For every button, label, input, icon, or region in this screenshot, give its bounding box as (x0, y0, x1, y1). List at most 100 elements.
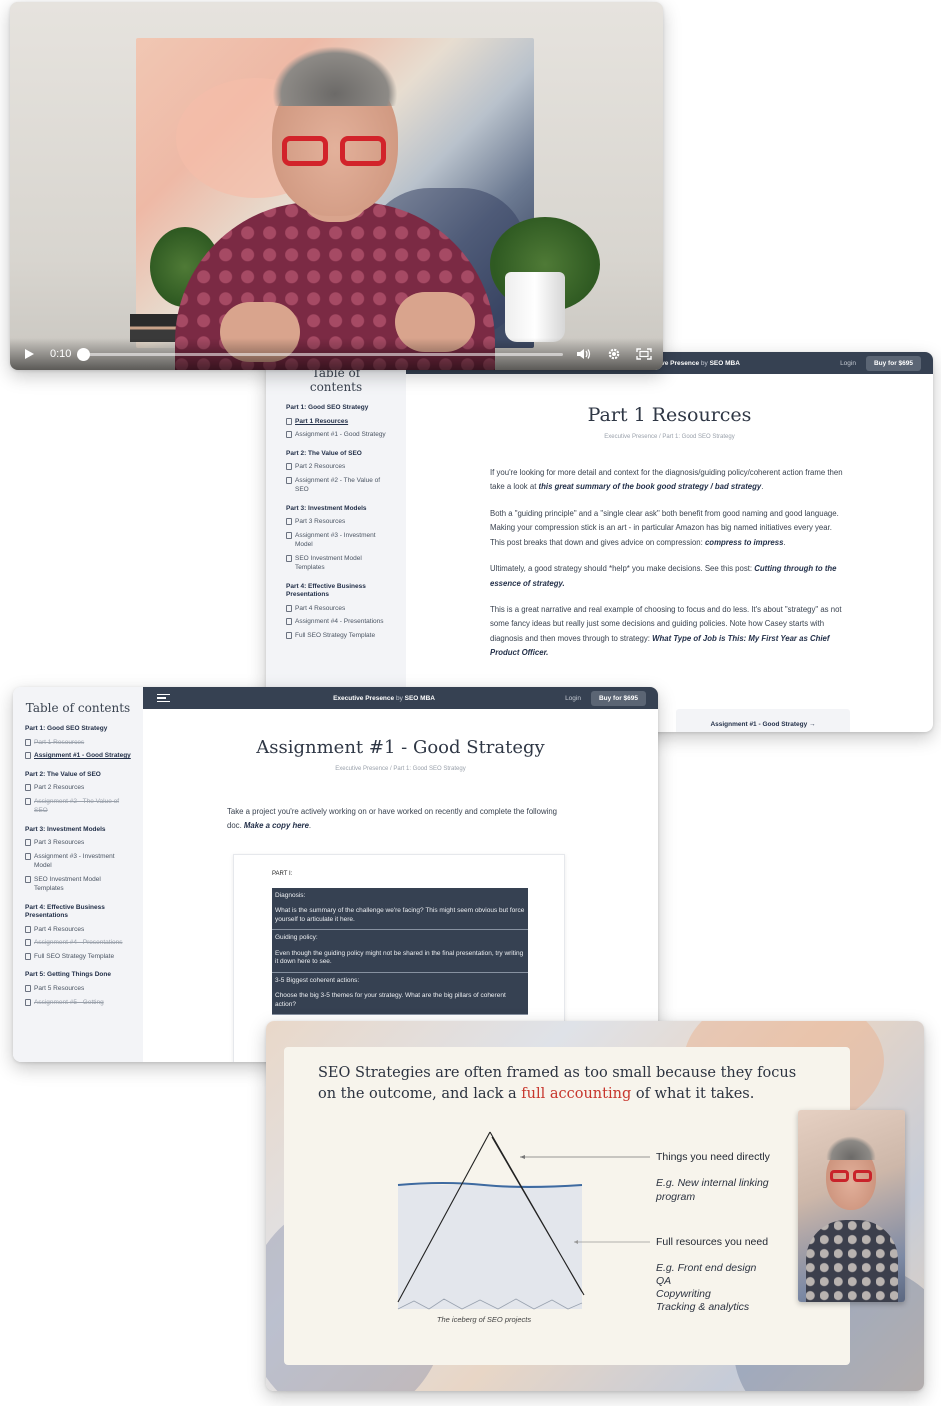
paragraph: Take a project you're actively working o… (227, 807, 558, 831)
toc-title: Table of contents (309, 366, 363, 394)
document-icon (286, 518, 292, 526)
toc-item-label: Part 1 Resources (295, 417, 349, 425)
document-icon (286, 463, 292, 471)
table-of-contents: Table of contents Part 1: Good SEO Strat… (13, 687, 143, 1062)
doc-table-row: Diagnosis: What is the summary of the cha… (272, 888, 528, 931)
document-icon (25, 852, 31, 860)
doc-row-label: Diagnosis: (275, 892, 306, 899)
document-icon (25, 797, 31, 805)
toc-item[interactable]: Assignment #2 - The Value of SEO (25, 797, 131, 816)
buy-button[interactable]: Buy for $695 (590, 690, 646, 706)
glasses (282, 136, 328, 166)
toc-item-label: Assignment #1 - Good Strategy (34, 752, 131, 760)
menu-icon[interactable] (157, 694, 170, 702)
toc-item[interactable]: Assignment #3 - Investment Model (25, 852, 131, 871)
article-body: Take a project you're actively working o… (227, 805, 567, 846)
doc-row-label: 3-5 Biggest coherent actions: (275, 976, 360, 984)
doc-row-text: What is the summary of the challenge we'… (275, 907, 525, 923)
toc-section-title: Part 1: Good SEO Strategy (286, 404, 369, 411)
article-link[interactable]: this great summary of the book good stra… (539, 482, 762, 491)
toc-item[interactable]: Part 4 Resources (286, 604, 386, 613)
toc-section-title: Part 2: The Value of SEO (286, 449, 362, 457)
label-full-example: Tracking & analytics (656, 1301, 750, 1313)
document-icon (25, 926, 31, 934)
next-lesson-button[interactable]: Assignment #1 - Good Strategy → (676, 709, 850, 732)
breadcrumb-link[interactable]: Executive Presence (335, 766, 388, 772)
toc-item[interactable]: Assignment #2 - The Value of SEO (286, 476, 386, 495)
toc-item[interactable]: Part 3 Resources (25, 838, 131, 847)
breadcrumb: Executive Presence / Part 1: Good SEO St… (335, 766, 466, 772)
make-copy-link[interactable]: Make a copy here (244, 821, 309, 830)
document-icon (286, 531, 292, 539)
toc-section-title: Part 4: Effective Business Presentations (286, 582, 366, 599)
paragraph: If you're looking for more detail and co… (490, 468, 843, 492)
login-link[interactable]: Login (565, 695, 581, 702)
document-icon (286, 618, 292, 626)
breadcrumb-link[interactable]: Part 1: Good SEO Strategy (662, 434, 734, 440)
slide-frame: SEO Strategies are often framed as too s… (266, 1021, 924, 1391)
toc-section-title: Part 1: Good SEO Strategy (25, 725, 108, 732)
document-icon (286, 431, 292, 439)
toc-item[interactable]: Part 1 Resources (25, 738, 131, 747)
toc-item[interactable]: Full SEO Strategy Template (286, 631, 386, 640)
label-direct-example: E.g. New internal linking program (656, 1177, 769, 1203)
document-icon (25, 752, 31, 760)
scrub-handle[interactable] (77, 347, 91, 361)
toc-item[interactable]: SEO Investment Model Templates (286, 554, 386, 573)
time-readout: 0:10 (50, 348, 72, 360)
diagram-caption: The iceberg of SEO projects (436, 1315, 532, 1324)
toc-item[interactable]: Assignment #3 - Investment Model (286, 531, 386, 550)
toc-item[interactable]: Assignment #5 - Getting (25, 998, 131, 1007)
toc-item-label: Assignment #1 - Good Strategy (295, 431, 386, 439)
video-player[interactable]: 0:10 (10, 2, 663, 370)
breadcrumb-link[interactable]: Executive Presence (604, 434, 657, 440)
presenter-pip-video[interactable] (798, 1110, 905, 1302)
paragraph: Both a "guiding principle" and a "single… (490, 508, 839, 547)
breadcrumb-link[interactable]: Part 1: Good SEO Strategy (393, 766, 465, 772)
toc-item[interactable]: Assignment #4 - Presentations (286, 617, 386, 626)
part1-resources-window: Table of contents Part 1: Good SEO Strat… (266, 352, 933, 732)
document-icon (25, 839, 31, 847)
toc-title: Table of contents (25, 701, 131, 715)
paragraph: Ultimately, a good strategy should *help… (490, 564, 837, 588)
scrub-bar[interactable] (77, 347, 563, 361)
toc-item[interactable]: Part 2 Resources (286, 462, 386, 471)
toc-item[interactable]: Assignment #4 - Presentations (25, 938, 131, 947)
settings-gear-icon[interactable] (605, 345, 623, 363)
document-icon (25, 939, 31, 947)
toc-item[interactable]: Part 1 Resources (286, 417, 386, 426)
login-link[interactable]: Login (840, 360, 856, 367)
toc-item-label: Assignment #2 - The Value of SEO (295, 476, 381, 494)
toc-item-label: Full SEO Strategy Template (34, 952, 115, 960)
label-full-example: Copywriting (656, 1288, 711, 1300)
label-full-example: E.g. Front end design (656, 1262, 757, 1274)
toc-item[interactable]: Assignment #1 - Good Strategy (25, 751, 131, 760)
doc-row-text: Even though the guiding policy might not… (275, 949, 524, 966)
strategy-table: Diagnosis: What is the summary of the cha… (272, 888, 528, 1015)
document-icon (286, 417, 292, 425)
toc-item[interactable]: Part 5 Resources (25, 984, 131, 993)
assignment-window: Table of contents Part 1: Good SEO Strat… (13, 687, 658, 1062)
article-body: If you're looking for more detail and co… (490, 466, 846, 673)
fullscreen-icon[interactable] (635, 345, 653, 363)
toc-item[interactable]: Full SEO Strategy Template (25, 952, 131, 961)
paragraph: This is a great narrative and real examp… (490, 604, 842, 658)
label-direct-needs: Things you need directly (656, 1151, 770, 1163)
toc-item[interactable]: SEO Investment Model Templates (25, 875, 131, 894)
article-link[interactable]: compress to impress (705, 538, 783, 547)
toc-item[interactable]: Assignment #1 - Good Strategy (286, 430, 386, 439)
video-controls: 0:10 (10, 338, 663, 370)
toc-item[interactable]: Part 2 Resources (25, 783, 131, 792)
toc-item[interactable]: Part 4 Resources (25, 925, 131, 934)
toc-item-label: Part 2 Resources (295, 463, 346, 471)
brand[interactable]: Executive Presence by SEO MBA (143, 695, 565, 702)
toc-item[interactable]: Part 3 Resources (286, 517, 386, 526)
doc-table-row: Guiding policy: Even though the guiding p… (272, 930, 528, 973)
document-icon (25, 952, 31, 960)
buy-button[interactable]: Buy for $695 (865, 355, 921, 371)
play-icon[interactable] (20, 345, 38, 363)
document-icon (25, 738, 31, 746)
volume-icon[interactable] (575, 345, 593, 363)
toc-section-title: Part 5: Getting Things Done (25, 971, 111, 979)
toc-item-label: Assignment #4 - Presentations (34, 939, 123, 947)
